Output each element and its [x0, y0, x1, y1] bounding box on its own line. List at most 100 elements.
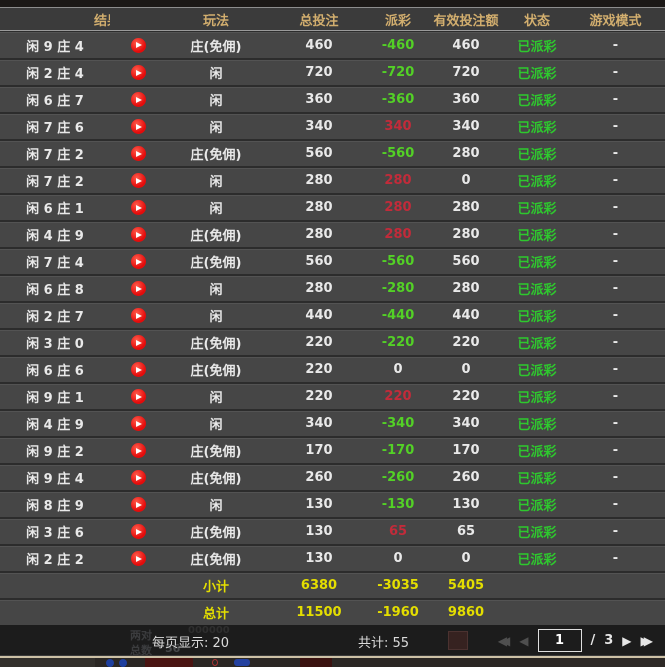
total-bet-cell: 280 — [266, 200, 372, 215]
valid-bet-cell: 460 — [424, 38, 508, 53]
status-cell: 已派彩 — [508, 252, 566, 271]
play-type-cell: 庄(免佣) — [166, 360, 266, 379]
play-icon — [136, 42, 142, 48]
play-replay-button[interactable] — [131, 362, 146, 377]
result-cell: 闲 7 庄 6 — [0, 117, 110, 136]
payout-cell: -460 — [372, 38, 424, 53]
status-cell: 已派彩 — [508, 333, 566, 352]
play-replay-button[interactable] — [131, 146, 146, 161]
valid-bet-cell: 0 — [424, 173, 508, 188]
total-bet-cell: 130 — [266, 524, 372, 539]
total-bet-cell: 130 — [266, 497, 372, 512]
payout-cell: 280 — [372, 173, 424, 188]
play-icon — [136, 340, 142, 346]
result-cell: 闲 7 庄 2 — [0, 171, 110, 190]
valid-bet-cell: 0 — [424, 362, 508, 377]
status-cell: 已派彩 — [508, 90, 566, 109]
header-game-mode: 游戏模式 — [566, 10, 665, 29]
total-bet-cell: 280 — [266, 281, 372, 296]
play-icon — [136, 124, 142, 130]
play-replay-button[interactable] — [131, 254, 146, 269]
table-row: 闲 4 庄 9 庄(免佣) 280 280 280 已派彩 - — [0, 220, 665, 247]
payout-cell: -220 — [372, 335, 424, 350]
play-replay-button[interactable] — [131, 173, 146, 188]
play-replay-button[interactable] — [131, 524, 146, 539]
play-replay-button[interactable] — [131, 119, 146, 134]
valid-bet-cell: 260 — [424, 470, 508, 485]
page-number-input[interactable] — [538, 629, 582, 652]
play-type-cell: 庄(免佣) — [166, 468, 266, 487]
play-replay-button[interactable] — [131, 443, 146, 458]
table-row: 闲 7 庄 4 庄(免佣) 560 -560 560 已派彩 - — [0, 247, 665, 274]
result-cell: 闲 9 庄 1 — [0, 387, 110, 406]
play-replay-button[interactable] — [131, 200, 146, 215]
play-replay-button[interactable] — [131, 470, 146, 485]
total-bet-cell: 280 — [266, 173, 372, 188]
total-count-value: 55 — [393, 636, 410, 651]
play-type-cell: 庄(免佣) — [166, 36, 266, 55]
play-replay-button[interactable] — [131, 227, 146, 242]
play-replay-button[interactable] — [131, 497, 146, 512]
play-icon — [136, 205, 142, 211]
play-icon — [136, 475, 142, 481]
payout-cell: -340 — [372, 416, 424, 431]
payout-cell: -720 — [372, 65, 424, 80]
prev-page-button[interactable]: ◀ — [519, 630, 528, 652]
header-status: 状态 — [508, 10, 566, 29]
status-cell: 已派彩 — [508, 414, 566, 433]
play-icon — [136, 70, 142, 76]
status-cell: 已派彩 — [508, 387, 566, 406]
game-mode-cell: - — [566, 146, 665, 161]
header-payout: 派彩 — [372, 10, 424, 29]
play-icon — [136, 313, 142, 319]
play-replay-button[interactable] — [131, 38, 146, 53]
pager-controls: ◀◀ ◀ / 3 ▶ ▶▶ — [498, 629, 653, 652]
total-bet-cell: 280 — [266, 227, 372, 242]
game-mode-cell: - — [566, 227, 665, 242]
table-row: 闲 4 庄 9 闲 340 -340 340 已派彩 - — [0, 409, 665, 436]
subtotal-total: 6380 — [266, 578, 372, 593]
table-row: 闲 7 庄 2 庄(免佣) 560 -560 280 已派彩 - — [0, 139, 665, 166]
per-page-label: 每页显示: — [152, 636, 208, 651]
play-icon — [136, 97, 142, 103]
total-bet-cell: 460 — [266, 38, 372, 53]
play-type-cell: 闲 — [166, 171, 266, 190]
game-mode-cell: - — [566, 389, 665, 404]
play-type-cell: 庄(免佣) — [166, 522, 266, 541]
play-replay-button[interactable] — [131, 308, 146, 323]
play-icon — [136, 529, 142, 535]
status-cell: 已派彩 — [508, 198, 566, 217]
play-replay-button[interactable] — [131, 551, 146, 566]
play-replay-button[interactable] — [131, 416, 146, 431]
grand-total-row: 总计 11500 -1960 9860 — [0, 598, 665, 625]
table-row: 闲 9 庄 2 庄(免佣) 170 -170 170 已派彩 - — [0, 436, 665, 463]
header-play: 玩法 — [166, 10, 266, 29]
play-replay-button[interactable] — [131, 281, 146, 296]
background-blue-mark — [234, 659, 250, 666]
payout-cell: -440 — [372, 308, 424, 323]
table-row: 闲 8 庄 9 闲 130 -130 130 已派彩 - — [0, 490, 665, 517]
next-page-button[interactable]: ▶ — [622, 630, 631, 652]
valid-bet-cell: 720 — [424, 65, 508, 80]
play-replay-button[interactable] — [131, 335, 146, 350]
total-bet-cell: 360 — [266, 92, 372, 107]
play-icon — [136, 556, 142, 562]
first-page-button[interactable]: ◀◀ — [498, 630, 510, 652]
play-replay-button[interactable] — [131, 65, 146, 80]
total-bet-cell: 440 — [266, 308, 372, 323]
result-cell: 闲 4 庄 9 — [0, 225, 110, 244]
table-row: 闲 9 庄 4 庄(免佣) 260 -260 260 已派彩 - — [0, 463, 665, 490]
result-cell: 闲 3 庄 6 — [0, 522, 110, 541]
valid-bet-cell: 280 — [424, 146, 508, 161]
payout-cell: 0 — [372, 551, 424, 566]
pagination-bar: 000000 两对 总数 56 每页显示: 20 共计: 55 ◀◀ ◀ / 3… — [0, 625, 665, 655]
header-valid-bet: 有效投注额 — [424, 10, 508, 29]
background-blue-dot — [119, 659, 127, 667]
play-icon — [136, 286, 142, 292]
play-replay-button[interactable] — [131, 92, 146, 107]
total-count-display: 共计: 55 — [358, 632, 409, 651]
play-type-cell: 闲 — [166, 198, 266, 217]
status-cell: 已派彩 — [508, 171, 566, 190]
play-replay-button[interactable] — [131, 389, 146, 404]
last-page-button[interactable]: ▶▶ — [641, 630, 653, 652]
